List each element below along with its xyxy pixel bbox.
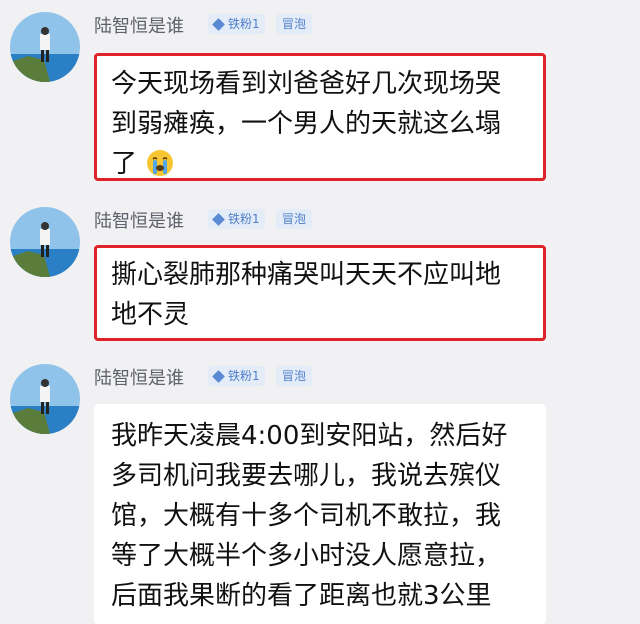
message-line: 我昨天凌晨4:00到安阳站，然后好 <box>111 421 508 451</box>
message-line: 到弱瘫痪，一个男人的天就这么塌 <box>111 109 502 139</box>
diamond-icon <box>212 370 225 383</box>
fan-badge[interactable]: 铁粉1 <box>208 209 265 229</box>
avatar[interactable] <box>10 364 80 434</box>
avatar[interactable] <box>10 207 80 277</box>
chat-message: 陆智恒是谁 铁粉1 冒泡 撕心裂肺那种痛哭叫天天不应叫地 地不灵 <box>0 205 640 350</box>
bubble-badge[interactable]: 冒泡 <box>276 209 313 229</box>
chat-message: 陆智恒是谁 铁粉1 冒泡 我昨天凌晨4:00到安阳站，然后好 多司机问我要去哪儿… <box>0 362 640 624</box>
fan-badge-label: 铁粉1 <box>228 369 260 383</box>
message-bubble-highlighted: 撕心裂肺那种痛哭叫天天不应叫地 地不灵 <box>94 245 546 341</box>
avatar-photo-icon <box>10 207 80 277</box>
fan-badge-label: 铁粉1 <box>228 17 260 31</box>
message-line: 后面我果断的看了距离也就3公里 <box>111 581 492 611</box>
diamond-icon <box>212 18 225 31</box>
message-line: 地不灵 <box>111 300 190 330</box>
crying-face-icon <box>147 150 174 176</box>
avatar-photo-icon <box>10 12 80 82</box>
message-bubble-highlighted: 今天现场看到刘爸爸好几次现场哭 到弱瘫痪，一个男人的天就这么塌 了 <box>94 53 546 181</box>
message-line: 撕心裂肺那种痛哭叫天天不应叫地 <box>111 260 502 290</box>
username[interactable]: 陆智恒是谁 <box>94 364 184 390</box>
message-line: 多司机问我要去哪儿，我说去殡仪 <box>111 461 502 491</box>
username[interactable]: 陆智恒是谁 <box>94 207 184 233</box>
chat-message: 陆智恒是谁 铁粉1 冒泡 今天现场看到刘爸爸好几次现场哭 到弱瘫痪，一个男人的天… <box>0 10 640 185</box>
message-line: 今天现场看到刘爸爸好几次现场哭 <box>111 69 502 99</box>
fan-badge[interactable]: 铁粉1 <box>208 14 265 34</box>
username[interactable]: 陆智恒是谁 <box>94 12 184 38</box>
diamond-icon <box>212 213 225 226</box>
bubble-badge[interactable]: 冒泡 <box>276 14 313 34</box>
fan-badge-label: 铁粉1 <box>228 212 260 226</box>
message-line: 了 <box>111 144 529 184</box>
avatar-photo-icon <box>10 364 80 434</box>
avatar[interactable] <box>10 12 80 82</box>
message-line: 馆，大概有十多个司机不敢拉，我 <box>111 501 502 531</box>
fan-badge[interactable]: 铁粉1 <box>208 366 265 386</box>
bubble-badge[interactable]: 冒泡 <box>276 366 313 386</box>
message-line-text: 了 <box>111 149 138 179</box>
message-bubble: 我昨天凌晨4:00到安阳站，然后好 多司机问我要去哪儿，我说去殡仪 馆，大概有十… <box>94 404 546 624</box>
message-line: 等了大概半个多小时没人愿意拉， <box>111 541 502 571</box>
